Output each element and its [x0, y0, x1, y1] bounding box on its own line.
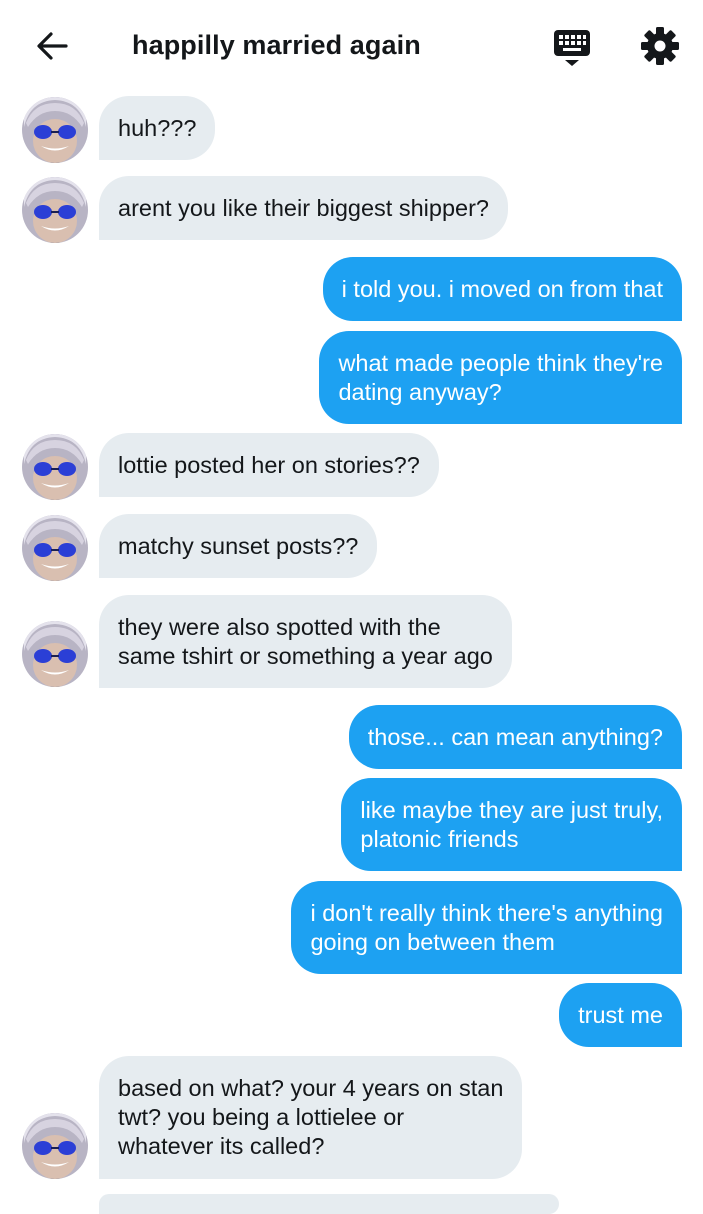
incoming-message-bubble[interactable]: matchy sunset posts??: [99, 514, 378, 578]
contact-avatar[interactable]: [22, 1113, 88, 1179]
incoming-message-bubble[interactable]: arent you like their biggest shipper?: [99, 176, 508, 240]
message-text: i told you. i moved on from that: [341, 275, 663, 302]
message-list[interactable]: huh??? arent you like their biggest ship…: [0, 0, 703, 1214]
message-row-incoming: based on what? your 4 years on stan twt?…: [0, 1056, 703, 1179]
outgoing-message-bubble[interactable]: i told you. i moved on from that: [322, 257, 682, 321]
message-text-line: what made people think they're: [338, 349, 663, 376]
message-text-line: they were also spotted with the: [118, 613, 441, 640]
contact-avatar[interactable]: [22, 515, 88, 581]
message-text-line: i don't really think there's anything: [310, 899, 663, 926]
message-row-outgoing: i don't really think there's anything go…: [0, 881, 703, 974]
message-text: those... can mean anything?: [367, 723, 663, 750]
message-row-incoming: huh???: [0, 96, 703, 163]
message-text: trust me: [578, 1001, 663, 1028]
contact-avatar[interactable]: [22, 177, 88, 243]
message-row-outgoing: like maybe they are just truly, platonic…: [0, 778, 703, 871]
message-row-outgoing: i told you. i moved on from that: [0, 257, 703, 321]
message-text: huh???: [118, 114, 197, 141]
message-text: arent you like their biggest shipper?: [118, 194, 489, 221]
message-text-line: same tshirt or something a year ago: [118, 642, 493, 669]
outgoing-message-bubble[interactable]: those... can mean anything?: [348, 705, 682, 769]
message-text-line: twt? you being a lottielee or: [118, 1104, 405, 1130]
message-row-incoming: matchy sunset posts??: [0, 514, 703, 581]
message-text-line: dating anyway?: [338, 378, 502, 405]
outgoing-message-bubble[interactable]: like maybe they are just truly, platonic…: [341, 778, 682, 871]
contact-avatar[interactable]: [22, 97, 88, 163]
outgoing-message-bubble[interactable]: what made people think they're dating an…: [319, 331, 682, 424]
message-row-outgoing: trust me: [0, 983, 703, 1047]
avatar-image: [22, 434, 88, 500]
message-text-line: based on what? your 4 years on stan: [118, 1075, 504, 1101]
avatar-image: [22, 621, 88, 687]
outgoing-message-bubble[interactable]: i don't really think there's anything go…: [291, 881, 682, 974]
message-text-line: whatever its called?: [118, 1133, 325, 1159]
avatar-image: [22, 177, 88, 243]
message-row-outgoing: what made people think they're dating an…: [0, 331, 703, 424]
message-row-outgoing: those... can mean anything?: [0, 705, 703, 769]
outgoing-message-bubble[interactable]: trust me: [559, 983, 682, 1047]
contact-avatar[interactable]: [22, 621, 88, 687]
message-text-line: platonic friends: [360, 825, 519, 852]
message-text-line: going on between them: [310, 928, 555, 955]
message-row-incoming-partial: [0, 1194, 703, 1214]
incoming-message-bubble[interactable]: lottie posted her on stories??: [99, 433, 439, 497]
avatar-image: [22, 97, 88, 163]
incoming-message-bubble[interactable]: based on what? your 4 years on stan twt?…: [99, 1056, 523, 1179]
incoming-message-bubble[interactable]: they were also spotted with the same tsh…: [99, 595, 512, 688]
avatar-image: [22, 515, 88, 581]
message-row-incoming: they were also spotted with the same tsh…: [0, 595, 703, 688]
incoming-message-bubble[interactable]: [99, 1194, 559, 1214]
message-text: matchy sunset posts??: [118, 532, 359, 559]
message-row-incoming: lottie posted her on stories??: [0, 433, 703, 500]
message-text-line: like maybe they are just truly,: [360, 796, 663, 823]
contact-avatar[interactable]: [22, 434, 88, 500]
message-row-incoming: arent you like their biggest shipper?: [0, 176, 703, 243]
incoming-message-bubble[interactable]: huh???: [99, 96, 216, 160]
message-text: lottie posted her on stories??: [118, 451, 420, 478]
avatar-image: [22, 1113, 88, 1179]
